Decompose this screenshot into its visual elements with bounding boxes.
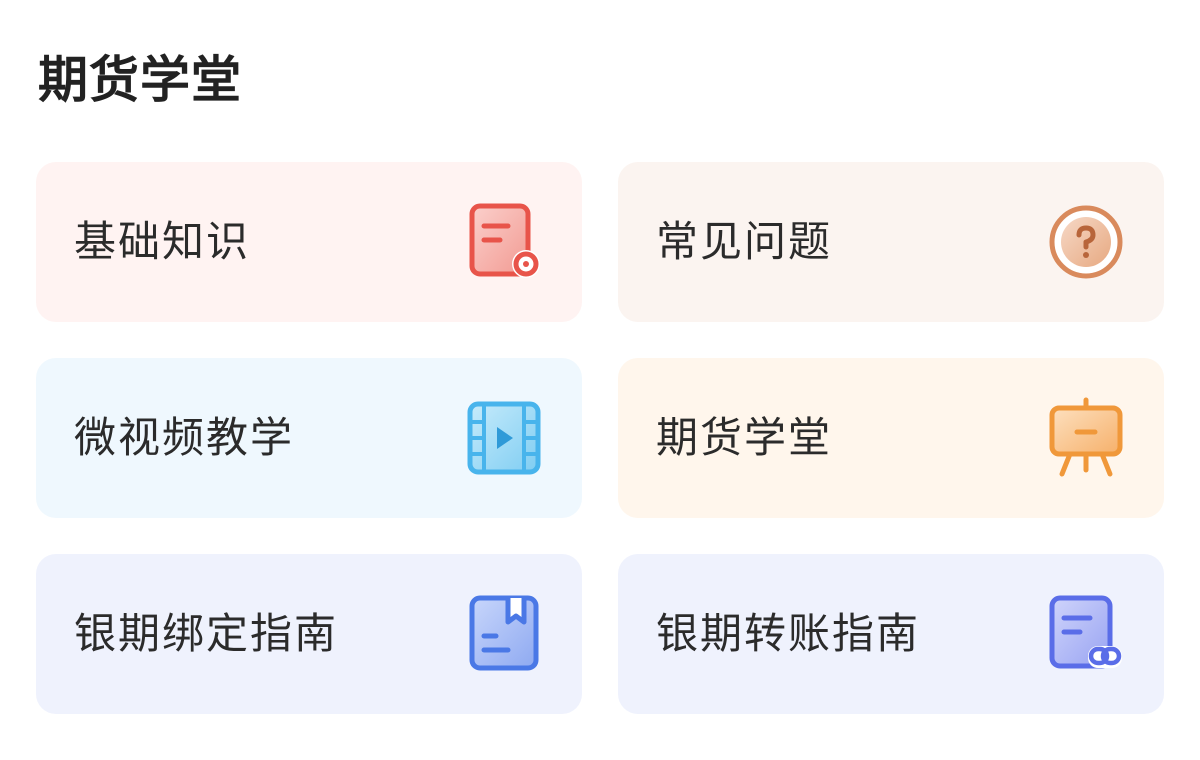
card-basic-knowledge[interactable]: 基础知识 [36,162,582,322]
card-bank-futures-transfer-guide[interactable]: 银期转账指南 [618,554,1164,714]
card-bank-futures-binding-guide[interactable]: 银期绑定指南 [36,554,582,714]
card-grid: 基础知识 常见问题 微视频教学 期货学堂 银期绑定指南 银期转账指南 [36,162,1164,714]
easel-board-icon [1044,396,1128,480]
futures-school-page: 期货学堂 基础知识 常见问题 微视频教学 期货学堂 银期绑定指南 银期转账指南 [0,0,1200,760]
card-label: 常见问题 [656,217,833,266]
section-title: 期货学堂 [38,51,242,109]
question-circle-icon [1044,200,1128,284]
document-link-icon [1044,592,1128,676]
card-label: 银期转账指南 [656,609,921,658]
card-micro-video[interactable]: 微视频教学 [36,358,582,518]
card-label: 微视频教学 [74,413,295,462]
film-play-icon [462,396,546,480]
card-futures-school[interactable]: 期货学堂 [618,358,1164,518]
card-faq[interactable]: 常见问题 [618,162,1164,322]
bookmark-book-icon [462,592,546,676]
document-coin-icon [462,200,546,284]
card-label: 期货学堂 [656,413,833,462]
card-label: 基础知识 [74,217,251,266]
card-label: 银期绑定指南 [74,609,339,658]
